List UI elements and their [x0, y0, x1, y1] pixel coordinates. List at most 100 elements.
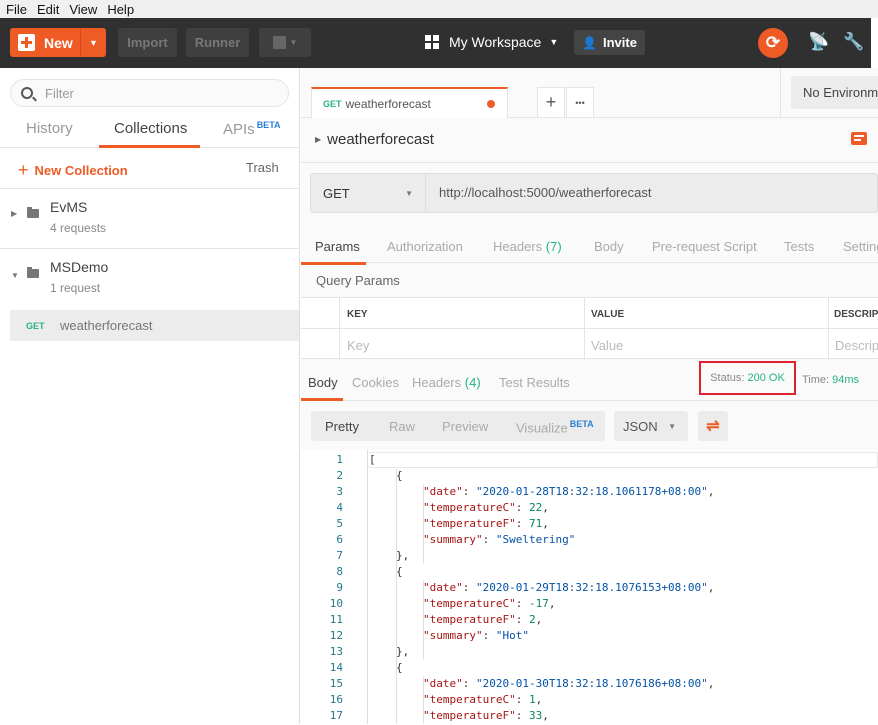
line-number: 2	[336, 469, 343, 482]
json-punctuation: :	[515, 693, 529, 706]
tab-response-body[interactable]: Body	[308, 375, 338, 390]
code-line: 12 "summary": "Hot"	[301, 629, 878, 645]
view-mode-bar: Pretty Raw Preview Visualize BETA	[311, 411, 605, 441]
request-title-label: weatherforecast	[327, 131, 434, 148]
code-line: 3 "date": "2020-01-28T18:32:18.1061178+08…	[301, 485, 878, 501]
json-punctuation: },	[396, 645, 410, 658]
value-input[interactable]: Value	[591, 338, 623, 353]
line-number: 11	[329, 613, 343, 626]
json-number: 1	[528, 693, 536, 706]
tab-params[interactable]: Params	[315, 239, 360, 254]
code-line: 10 "temperatureC": -17,	[301, 597, 878, 613]
new-button[interactable]: New ▼	[10, 28, 106, 57]
collection-item[interactable]: ▼ MSDemo 1 request	[0, 248, 300, 308]
trash-link[interactable]: Trash	[246, 160, 279, 175]
more-tabs-button[interactable]: •••	[566, 87, 594, 118]
view-visualize[interactable]: Visualize BETA	[516, 419, 594, 435]
json-punctuation: :	[515, 709, 529, 722]
new-window-button[interactable]: ▼	[259, 28, 311, 57]
tab-history[interactable]: History	[26, 120, 73, 137]
json-punctuation: :	[462, 677, 476, 690]
menu-edit[interactable]: Edit	[37, 2, 59, 17]
response-time: Time: 94ms	[802, 374, 859, 386]
response-body-editor[interactable]: 1[2 {3 "date": "2020-01-28T18:32:18.106117…	[301, 450, 878, 724]
json-punctuation: {	[396, 565, 403, 578]
tab-headers[interactable]: Headers (7)	[493, 239, 562, 254]
menu-file[interactable]: File	[6, 2, 27, 17]
runner-button[interactable]: Runner	[186, 28, 249, 57]
json-punctuation: ,	[542, 517, 549, 530]
tab-test-results[interactable]: Test Results	[499, 375, 570, 390]
json-punctuation: ,	[707, 485, 715, 498]
column-divider	[828, 298, 829, 360]
menu-view[interactable]: View	[69, 2, 97, 17]
tab-authorization[interactable]: Authorization	[387, 239, 463, 254]
key-input[interactable]: Key	[347, 338, 369, 353]
method-select[interactable]: GET ▼	[311, 174, 426, 212]
tab-body[interactable]: Body	[594, 239, 624, 254]
import-button[interactable]: Import	[118, 28, 177, 57]
line-number: 10	[329, 597, 343, 610]
view-preview[interactable]: Preview	[442, 419, 488, 434]
json-string: "2020-01-30T18:32:18.1076186+08:00"	[476, 677, 708, 690]
tab-tests[interactable]: Tests	[784, 239, 814, 254]
json-key: "date"	[423, 485, 463, 498]
json-key: "temperatureC"	[423, 501, 516, 514]
url-input[interactable]: http://localhost:5000/weatherforecast	[439, 185, 651, 200]
line-number: 12	[329, 629, 343, 642]
wrench-icon[interactable]: 🔧	[843, 32, 864, 52]
time-label: Time:	[802, 374, 830, 386]
tab-response-headers[interactable]: Headers (4)	[412, 375, 481, 390]
view-raw[interactable]: Raw	[389, 419, 415, 434]
request-item[interactable]: GET weatherforecast	[10, 310, 299, 341]
code-line: 1[	[301, 453, 878, 469]
tab-pre-request-script[interactable]: Pre-request Script	[652, 239, 757, 254]
caret-down-icon: ▼	[549, 37, 559, 47]
code-line: 8{	[301, 565, 878, 581]
code-line: 5 "temperatureF": 71,	[301, 517, 878, 533]
sync-icon[interactable]: ⟳	[758, 28, 788, 58]
view-pretty[interactable]: Pretty	[325, 419, 359, 434]
add-tab-button[interactable]: +	[537, 87, 565, 118]
line-content: "date": "2020-01-29T18:32:18.1076153+08:…	[423, 581, 714, 594]
request-title[interactable]: ▶ weatherforecast	[315, 131, 434, 148]
tab-response-headers-label: Headers	[412, 375, 462, 390]
status-value: 200 OK	[747, 372, 785, 384]
caret-right-icon[interactable]: ▶	[11, 209, 17, 218]
filter-input[interactable]: Filter	[10, 79, 289, 107]
format-select[interactable]: JSON ▼	[614, 411, 688, 441]
tab-cookies[interactable]: Cookies	[352, 375, 399, 390]
tab-collections[interactable]: Collections	[114, 120, 187, 137]
filter-placeholder: Filter	[45, 85, 74, 101]
new-dropdown-button[interactable]: ▼	[80, 28, 106, 57]
method-badge: GET	[323, 98, 342, 109]
comments-icon[interactable]	[851, 132, 867, 145]
line-number: 1	[336, 453, 343, 466]
wrap-lines-icon[interactable]: ⇌	[698, 411, 728, 441]
query-params-title: Query Params	[316, 273, 400, 288]
satellite-icon[interactable]: 📡	[808, 32, 829, 52]
request-tab[interactable]: GET weatherforecast	[311, 87, 508, 118]
environment-selector[interactable]: No Environment	[791, 76, 878, 109]
json-string: "Sweltering"	[495, 533, 576, 546]
line-number: 9	[336, 581, 343, 594]
new-window-icon	[272, 36, 286, 49]
invite-button[interactable]: 👤 Invite	[574, 30, 645, 55]
column-header-value: VALUE	[591, 309, 625, 320]
column-divider	[584, 298, 585, 360]
line-content: {	[396, 469, 403, 482]
description-input[interactable]: Description	[835, 338, 878, 353]
json-key: "temperatureF"	[423, 613, 516, 626]
tab-apis-label: APIs	[223, 121, 255, 138]
collection-item[interactable]: ▶ EvMS 4 requests	[0, 188, 300, 248]
new-collection-button[interactable]: + New Collection	[18, 160, 128, 181]
json-key: "temperatureF"	[423, 517, 516, 530]
tab-settings[interactable]: Settings	[843, 239, 878, 254]
tab-apis[interactable]: APIs BETA	[223, 120, 281, 138]
json-punctuation: {	[396, 469, 403, 482]
json-punctuation: :	[515, 597, 529, 610]
caret-down-icon[interactable]: ▼	[11, 271, 19, 280]
line-number: 13	[329, 645, 343, 658]
menu-help[interactable]: Help	[107, 2, 134, 17]
workspace-switcher[interactable]: My Workspace ▼	[425, 34, 558, 50]
